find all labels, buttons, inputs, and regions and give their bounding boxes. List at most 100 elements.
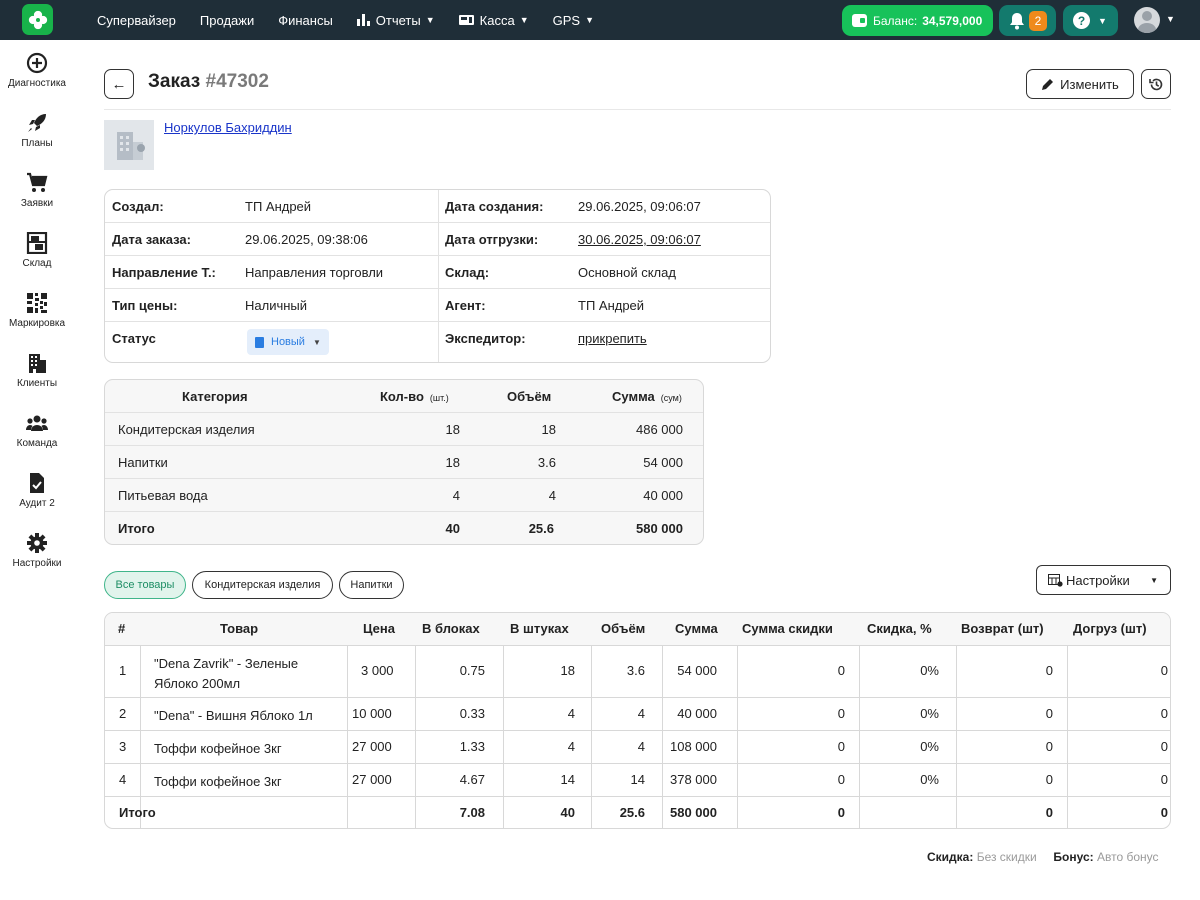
- total-volume: 25.6: [528, 521, 554, 536]
- help-button[interactable]: ? ▼: [1063, 5, 1118, 36]
- total-return: 0: [1045, 805, 1053, 820]
- product-pieces: 4: [567, 706, 575, 721]
- discount-percent: 0%: [920, 739, 939, 754]
- nav-cash[interactable]: Касса ▼: [458, 13, 529, 28]
- column-header: #: [118, 621, 126, 636]
- notifications-button[interactable]: 2: [999, 5, 1056, 36]
- total-sum: 580 000: [670, 805, 717, 820]
- sidebar-item-clients[interactable]: Клиенты: [0, 352, 74, 389]
- status-value: Новый: [271, 336, 305, 348]
- status-dropdown[interactable]: Новый ▼: [247, 329, 329, 355]
- info-value: ТП Андрей: [245, 199, 312, 214]
- return-qty: 0: [1045, 706, 1053, 721]
- category-sum: 54 000: [643, 455, 683, 470]
- product-name: "Dena" - Вишня Яблоко 1л: [154, 708, 313, 723]
- table-settings-button[interactable]: Настройки ▼: [1036, 565, 1171, 595]
- info-value: Направления торговли: [245, 265, 384, 280]
- gear-icon: [27, 533, 47, 553]
- sidebar-item-plans[interactable]: Планы: [0, 112, 74, 149]
- column-header: Категория: [182, 389, 248, 404]
- total-volume: 25.6: [619, 805, 645, 820]
- nav-reports[interactable]: Отчеты ▼: [356, 13, 435, 28]
- discount-sum: 0: [837, 663, 845, 678]
- back-button[interactable]: ←: [104, 69, 134, 99]
- attach-expeditor-link[interactable]: прикрепить: [578, 331, 647, 346]
- top-bar: Супервайзер Продажи Финансы Отчеты ▼ Касс…: [0, 0, 1200, 40]
- nav-gps[interactable]: GPS ▼: [553, 13, 594, 28]
- caret-down-icon: ▼: [312, 337, 321, 347]
- sidebar-item-settings[interactable]: Настройки: [0, 532, 74, 569]
- column-header: Товар: [220, 621, 259, 636]
- sidebar-item-audit[interactable]: Аудит 2: [0, 472, 74, 509]
- caret-down-icon: ▼: [585, 15, 595, 25]
- shipping-date-link[interactable]: 30.06.2025, 09:06:07: [578, 232, 701, 247]
- bonus-label: Бонус:: [1053, 850, 1094, 864]
- info-value: Наличный: [245, 298, 308, 313]
- table-row[interactable]: 4 Тоффи кофейное 3кг 27 000 4.67 14 14 3…: [105, 764, 1170, 797]
- table-row[interactable]: 1 "Dena Zavrik" - Зеленые Яблоко 200мл 3…: [105, 646, 1170, 698]
- caret-down-icon[interactable]: ▼: [1166, 14, 1175, 24]
- sidebar-item-marking[interactable]: Маркировка: [0, 292, 74, 329]
- column-header: Кол-во (шт.): [380, 389, 449, 404]
- product-volume: 4: [637, 739, 645, 754]
- diagnostics-icon: [26, 52, 48, 74]
- client-name-link[interactable]: Норкулов Бахриддин: [164, 120, 292, 135]
- clover-logo-icon: [28, 10, 47, 29]
- sidebar-item-orders[interactable]: Заявки: [0, 172, 74, 209]
- qr-code-icon: [27, 293, 47, 313]
- app-logo[interactable]: [22, 4, 53, 35]
- product-pieces: 14: [560, 772, 575, 787]
- product-sum: 378 000: [670, 772, 717, 787]
- history-icon: [1148, 78, 1162, 90]
- filter-chip-all[interactable]: Все товары: [104, 571, 186, 599]
- nav-sales[interactable]: Продажи: [200, 13, 254, 28]
- product-sum: 40 000: [677, 706, 717, 721]
- caret-down-icon: ▼: [425, 15, 435, 25]
- product-name: Тоффи кофейное 3кг: [154, 741, 282, 756]
- product-volume: 3.6: [626, 663, 645, 678]
- table-settings-icon: [1048, 573, 1063, 587]
- category-volume: 18: [541, 422, 556, 437]
- history-button[interactable]: [1141, 69, 1171, 99]
- sidebar-item-team[interactable]: Команда: [0, 412, 74, 449]
- user-avatar[interactable]: [1134, 7, 1160, 33]
- document-icon: [255, 336, 264, 348]
- category-volume: 4: [548, 488, 556, 503]
- product-volume: 4: [637, 706, 645, 721]
- filter-chip-confectionery[interactable]: Кондитерская изделия: [192, 571, 333, 599]
- column-header: Объём: [601, 621, 646, 636]
- balance-value: 34,579,000: [922, 13, 983, 28]
- info-label: Агент:: [445, 298, 486, 313]
- nav-supervisor[interactable]: Супервайзер: [97, 13, 176, 28]
- order-number: #47302: [205, 71, 269, 92]
- info-row: Тип цены: Наличный Агент: ТП Андрей: [105, 289, 770, 322]
- edit-button[interactable]: Изменить: [1026, 69, 1134, 99]
- product-blocks: 1.33: [459, 739, 485, 754]
- sidebar-item-warehouse[interactable]: Склад: [0, 232, 74, 269]
- table-row[interactable]: 3 Тоффи кофейное 3кг 27 000 1.33 4 4 108…: [105, 731, 1170, 764]
- table-header-row: # Товар Цена В блоках В штуках Объём Сум…: [105, 613, 1170, 646]
- sidebar-item-diagnostics[interactable]: Диагностика: [0, 52, 74, 89]
- cash-register-icon: [458, 14, 474, 26]
- total-sum: 580 000: [636, 521, 683, 536]
- audit-icon: [30, 473, 44, 493]
- filter-chip-drinks[interactable]: Напитки: [339, 571, 404, 599]
- total-pieces: 40: [560, 805, 575, 820]
- notification-count-badge: 2: [1029, 10, 1047, 31]
- nav-finance[interactable]: Финансы: [278, 13, 333, 28]
- bar-chart-icon: [356, 14, 370, 26]
- total-qty: 40: [445, 521, 460, 536]
- table-total-row: Итого 40 25.6 580 000: [105, 512, 703, 544]
- discount-percent: 0%: [920, 663, 939, 678]
- category-name: Питьевая вода: [118, 488, 208, 503]
- arrow-left-icon: ←: [111, 75, 127, 93]
- total-label: Итого: [119, 805, 156, 820]
- category-qty: 4: [452, 488, 460, 503]
- balance-button[interactable]: Баланс: 34,579,000: [842, 5, 993, 36]
- table-row[interactable]: 2 "Dena" - Вишня Яблоко 1л 10 000 0.33 4…: [105, 698, 1170, 731]
- info-row: Создал: ТП Андрей Дата создания: 29.06.2…: [105, 190, 770, 223]
- info-label: Тип цены:: [112, 298, 178, 313]
- column-header: Сумма: [675, 621, 718, 636]
- column-header: В штуках: [510, 621, 569, 636]
- info-label: Дата создания:: [445, 199, 544, 214]
